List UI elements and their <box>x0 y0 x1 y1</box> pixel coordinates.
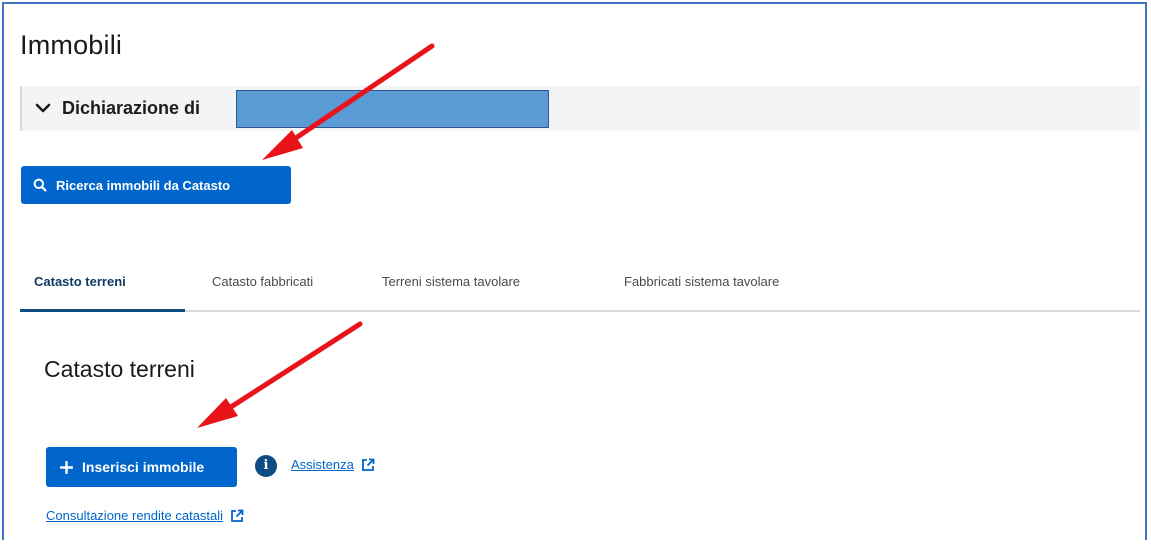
page-title: Immobili <box>20 30 123 60</box>
search-icon <box>33 178 47 192</box>
search-cadastre-label: Ricerca immobili da Catasto <box>56 177 231 193</box>
search-cadastre-button[interactable]: Ricerca immobili da Catasto <box>21 166 291 204</box>
accordion-label: Dichiarazione di <box>62 98 201 118</box>
external-link-icon <box>361 458 375 472</box>
external-link-icon <box>230 509 244 523</box>
add-property-label: Inserisci immobile <box>82 459 205 475</box>
rendite-link[interactable]: Consultazione rendite catastali <box>46 508 244 523</box>
chevron-down-icon <box>34 99 52 117</box>
assistance-link[interactable]: Assistenza <box>291 457 375 472</box>
section-title: Catasto terreni <box>44 356 195 382</box>
tab-fabbricati-sistema-tavolare[interactable]: Fabbricati sistema tavolare <box>624 274 779 289</box>
declaration-accordion[interactable]: Dichiarazione di <box>20 86 1140 131</box>
plus-icon <box>60 460 73 474</box>
tab-catasto-fabbricati[interactable]: Catasto fabbricati <box>212 274 313 289</box>
rendite-link-label: Consultazione rendite catastali <box>46 508 224 523</box>
cadastre-tabs: Catasto terreni Catasto fabbricati Terre… <box>20 262 1140 312</box>
info-icon[interactable]: i <box>255 455 277 477</box>
assistance-link-label: Assistenza <box>291 457 354 472</box>
redacted-name-block <box>236 90 549 128</box>
active-tab-indicator <box>20 309 185 312</box>
tab-terreni-sistema-tavolare[interactable]: Terreni sistema tavolare <box>382 274 520 289</box>
tab-catasto-terreni[interactable]: Catasto terreni <box>34 274 126 289</box>
add-property-button[interactable]: Inserisci immobile <box>46 447 237 487</box>
